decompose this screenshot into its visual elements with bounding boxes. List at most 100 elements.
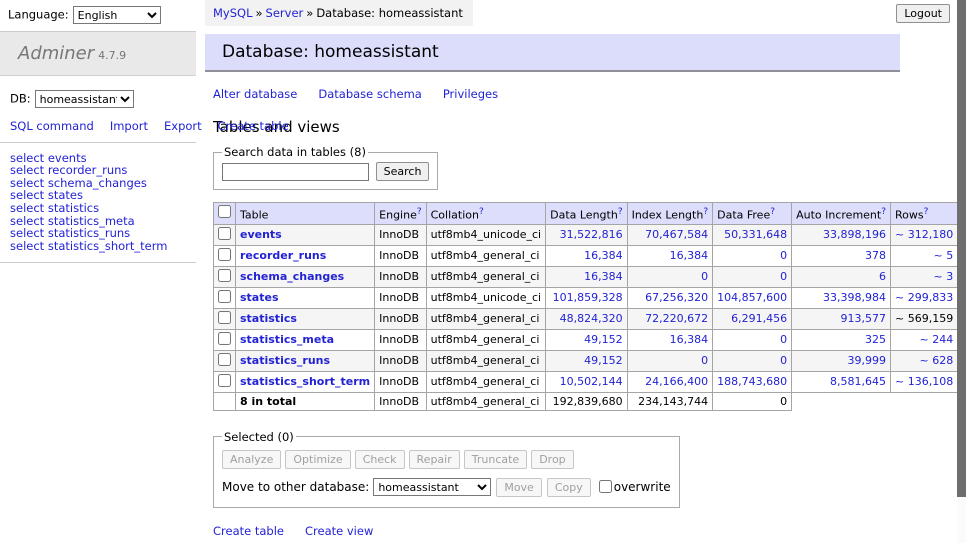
search-input[interactable] — [222, 163, 369, 181]
rows-count-link[interactable]: ~ 5 — [933, 249, 953, 262]
data-length-link[interactable]: 16,384 — [584, 270, 623, 283]
data-length-link[interactable]: 101,859,328 — [553, 291, 623, 304]
index-length-link[interactable]: 72,220,672 — [645, 312, 708, 325]
auto-increment-link[interactable]: 378 — [865, 249, 886, 262]
table-name-link[interactable]: statistics_runs — [240, 354, 330, 367]
auto-increment-link[interactable]: 6 — [879, 270, 886, 283]
sidebar-action-link[interactable]: Export — [164, 119, 202, 133]
sidebar-table-links: select eventsselect recorder_runsselect … — [10, 152, 196, 253]
data-length-link[interactable]: 31,522,816 — [560, 228, 623, 241]
column-help-link[interactable]: ? — [770, 207, 775, 217]
sidebar-action-link[interactable]: SQL command — [10, 119, 94, 133]
data-free-link[interactable]: 0 — [780, 249, 787, 262]
row-checkbox[interactable] — [218, 332, 231, 345]
data-free-link[interactable]: 50,331,648 — [724, 228, 787, 241]
data-free-link[interactable]: 188,743,680 — [717, 375, 787, 388]
select-all-checkbox[interactable] — [218, 205, 231, 218]
table-name-link[interactable]: schema_changes — [240, 270, 344, 283]
index-length-link[interactable]: 67,256,320 — [645, 291, 708, 304]
data-length-link[interactable]: 49,152 — [584, 333, 623, 346]
breadcrumb-link[interactable]: Server — [266, 6, 304, 20]
sidebar-item-select-table[interactable]: select statistics_short_term — [10, 240, 196, 253]
scrollbar-track[interactable] — [957, 0, 966, 543]
overwrite-checkbox[interactable] — [599, 480, 612, 493]
auto-increment-link[interactable]: 8,581,645 — [830, 375, 886, 388]
engine-cell: InnoDB — [375, 224, 426, 245]
index-length-link[interactable]: 16,384 — [670, 333, 709, 346]
column-help-link[interactable]: ? — [479, 207, 484, 217]
bulk-action-button[interactable]: Truncate — [464, 450, 527, 469]
sidebar-item-select-table[interactable]: select statistics_runs — [10, 227, 196, 240]
database-action-link[interactable]: Privileges — [443, 87, 498, 101]
auto-increment-link[interactable]: 33,398,984 — [823, 291, 886, 304]
data-free-link[interactable]: 0 — [780, 270, 787, 283]
table-name-link[interactable]: events — [240, 228, 282, 241]
scrollbar-thumb[interactable] — [957, 0, 966, 497]
auto-increment-link[interactable]: 33,898,196 — [823, 228, 886, 241]
logout-button[interactable]: Logout — [896, 4, 950, 23]
copy-button[interactable]: Copy — [547, 478, 591, 497]
auto-increment-link[interactable]: 325 — [865, 333, 886, 346]
row-checkbox[interactable] — [218, 374, 231, 387]
rows-count-link[interactable]: ~ 244 — [919, 333, 953, 346]
data-free-link[interactable]: 0 — [780, 333, 787, 346]
bulk-action-button[interactable]: Drop — [531, 450, 573, 469]
database-action-link[interactable]: Alter database — [213, 87, 297, 101]
rows-count-link[interactable]: ~ 299,833 — [895, 291, 953, 304]
table-name-link[interactable]: statistics_short_term — [240, 375, 370, 388]
row-checkbox[interactable] — [218, 269, 231, 282]
data-length-link[interactable]: 16,384 — [584, 249, 623, 262]
database-action-link[interactable]: Database schema — [318, 87, 421, 101]
row-checkbox[interactable] — [218, 290, 231, 303]
data-free-link[interactable]: 104,857,600 — [717, 291, 787, 304]
row-checkbox[interactable] — [218, 311, 231, 324]
data-length-link[interactable]: 10,502,144 — [560, 375, 623, 388]
sidebar-item-select-table[interactable]: select recorder_runs — [10, 164, 196, 177]
move-button[interactable]: Move — [496, 478, 542, 497]
rows-count-link[interactable]: ~ 136,108 — [895, 375, 953, 388]
row-checkbox[interactable] — [218, 353, 231, 366]
bulk-action-button[interactable]: Optimize — [285, 450, 350, 469]
data-free-link[interactable]: 0 — [780, 354, 787, 367]
sidebar-item-select-table[interactable]: select statistics — [10, 202, 196, 215]
data-free-link[interactable]: 6,291,456 — [731, 312, 787, 325]
table-name-link[interactable]: statistics_meta — [240, 333, 334, 346]
table-name-link[interactable]: recorder_runs — [240, 249, 326, 262]
rows-count-link[interactable]: ~ 569,159 — [895, 312, 953, 325]
table-name-link[interactable]: states — [240, 291, 279, 304]
column-help-link[interactable]: ? — [703, 207, 708, 217]
rows-count-link[interactable]: ~ 628 — [919, 354, 953, 367]
index-length-link[interactable]: 70,467,584 — [645, 228, 708, 241]
column-help-link[interactable]: ? — [618, 207, 623, 217]
sidebar-action-link[interactable]: Create table — [218, 119, 289, 133]
create-link[interactable]: Create table — [213, 524, 284, 538]
column-help-link[interactable]: ? — [881, 207, 886, 217]
row-checkbox[interactable] — [218, 227, 231, 240]
auto-increment-link[interactable]: 39,999 — [848, 354, 887, 367]
db-select[interactable]: homeassistant — [35, 90, 134, 108]
breadcrumb-link[interactable]: MySQL — [213, 6, 253, 20]
table-name-link[interactable]: statistics — [240, 312, 297, 325]
bulk-action-button[interactable]: Analyze — [222, 450, 281, 469]
data-length-link[interactable]: 49,152 — [584, 354, 623, 367]
index-length-link[interactable]: 16,384 — [670, 249, 709, 262]
index-length-link[interactable]: 24,166,400 — [645, 375, 708, 388]
index-length-link[interactable]: 0 — [701, 354, 708, 367]
rows-count-link[interactable]: ~ 3 — [933, 270, 953, 283]
index-length-link[interactable]: 0 — [701, 270, 708, 283]
sidebar-action-link[interactable]: Import — [110, 119, 148, 133]
move-database-select[interactable]: homeassistant — [373, 478, 491, 496]
search-button[interactable]: Search — [376, 162, 430, 181]
language-select[interactable]: English — [73, 6, 161, 24]
data-length-link[interactable]: 48,824,320 — [560, 312, 623, 325]
column-help-link[interactable]: ? — [924, 207, 929, 217]
bulk-action-button[interactable]: Repair — [409, 450, 460, 469]
row-checkbox[interactable] — [218, 248, 231, 261]
rows-count-link[interactable]: ~ 312,180 — [895, 228, 953, 241]
table-row: statistics_short_term InnoDB utf8mb4_gen… — [214, 371, 966, 392]
bulk-action-button[interactable]: Check — [355, 450, 405, 469]
create-link[interactable]: Create view — [305, 524, 373, 538]
total-label: 8 in total — [236, 392, 375, 410]
column-help-link[interactable]: ? — [417, 207, 422, 217]
auto-increment-link[interactable]: 913,577 — [841, 312, 887, 325]
